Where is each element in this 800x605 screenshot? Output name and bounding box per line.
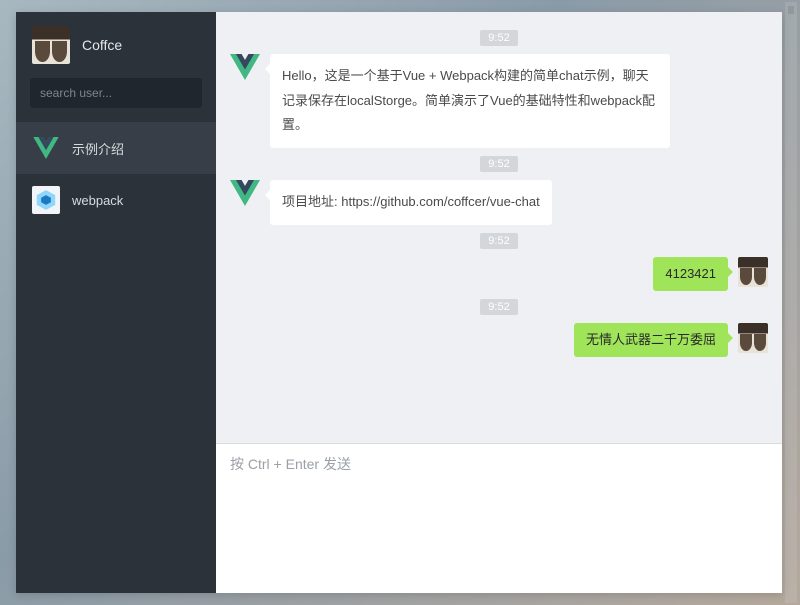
me-section: Coffce xyxy=(16,12,216,78)
timestamp: 9:52 xyxy=(230,154,768,172)
message-row: 无情人武器二千万委屈 xyxy=(230,323,768,357)
vue-icon xyxy=(230,54,260,84)
sender-avatar xyxy=(738,323,768,353)
message-bubble: 4123421 xyxy=(653,257,728,291)
sidebar-item-example[interactable]: 示例介绍 xyxy=(16,122,216,174)
chat-panel: 9:52 Hello，这是一个基于Vue + Webpack构建的简单chat示… xyxy=(216,12,782,593)
message-row: Hello，这是一个基于Vue + Webpack构建的简单chat示例，聊天记… xyxy=(230,54,768,148)
timestamp: 9:52 xyxy=(230,297,768,315)
timestamp: 9:52 xyxy=(230,28,768,46)
message-bubble: 项目地址: https://github.com/coffcer/vue-cha… xyxy=(270,180,552,225)
search-box xyxy=(16,78,216,114)
conversation-list: 示例介绍 webpack xyxy=(16,122,216,226)
vue-icon xyxy=(230,180,260,210)
sender-avatar xyxy=(738,257,768,287)
vue-icon xyxy=(32,134,60,162)
sidebar-item-label: 示例介绍 xyxy=(72,139,124,158)
composer xyxy=(216,443,782,593)
sidebar-item-label: webpack xyxy=(72,193,123,208)
sidebar: Coffce 示例介绍 webpack xyxy=(16,12,216,593)
me-name: Coffce xyxy=(82,37,122,53)
page-scrollbar[interactable] xyxy=(785,2,797,603)
sidebar-item-webpack[interactable]: webpack xyxy=(16,174,216,226)
message-row: 4123421 xyxy=(230,257,768,291)
message-bubble: 无情人武器二千万委屈 xyxy=(574,323,728,357)
me-avatar xyxy=(32,26,70,64)
message-row: 项目地址: https://github.com/coffcer/vue-cha… xyxy=(230,180,768,225)
message-bubble: Hello，这是一个基于Vue + Webpack构建的简单chat示例，聊天记… xyxy=(270,54,670,148)
message-list[interactable]: 9:52 Hello，这是一个基于Vue + Webpack构建的简单chat示… xyxy=(216,12,782,443)
timestamp: 9:52 xyxy=(230,231,768,249)
message-input[interactable] xyxy=(230,454,768,583)
webpack-icon xyxy=(32,186,60,214)
chat-app: Coffce 示例介绍 webpack 9:52 xyxy=(16,12,782,593)
search-input[interactable] xyxy=(30,78,202,108)
